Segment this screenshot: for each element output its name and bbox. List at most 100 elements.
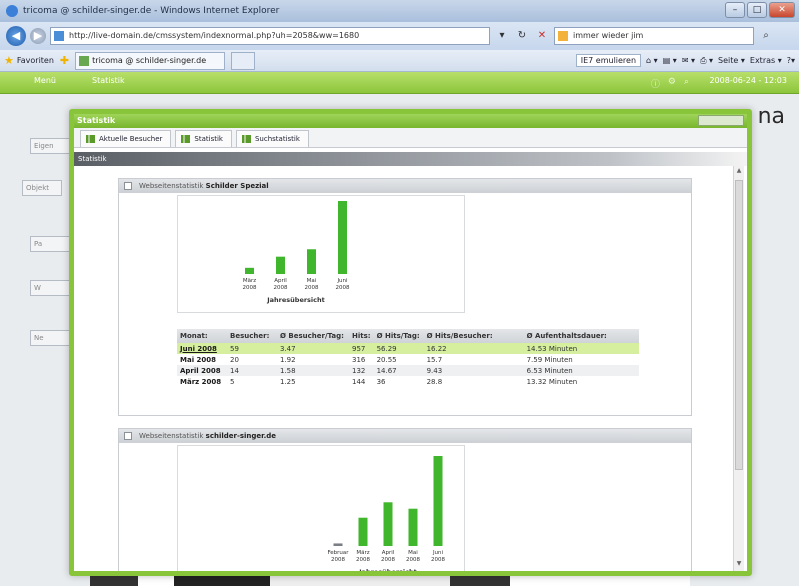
x-tick-label: 2008 (305, 285, 319, 291)
emulate-ie7-button[interactable]: IE7 emulieren (575, 54, 642, 67)
chart-bar (433, 456, 443, 546)
cell-month[interactable]: März 2008 (177, 376, 227, 387)
cell: 1.25 (280, 377, 296, 386)
cell: 144 (352, 377, 366, 386)
maximize-button[interactable]: □ (747, 2, 767, 18)
table-row[interactable]: Mai 2008 20 1.92 316 20.55 15.7 7.59 Min… (177, 354, 639, 365)
help-icon[interactable]: ?▾ (787, 56, 795, 65)
table-row[interactable]: Juni 2008 59 3.47 957 56.29 16.22 14.53 … (177, 343, 639, 354)
info-icon[interactable]: ⓘ (651, 77, 660, 90)
cms-statistik-button[interactable]: Statistik (92, 76, 125, 85)
favorites-button[interactable]: ★ Favoriten (4, 54, 54, 67)
scroll-up-arrow[interactable]: ▲ (735, 167, 743, 177)
tab-suchstatistik[interactable]: Suchstatistik (235, 130, 309, 147)
col-header: Hits: (349, 329, 374, 343)
panel-prefix: Webseitenstatistik (139, 182, 204, 190)
search-icon[interactable]: ⌕ (758, 28, 774, 44)
collapse-toggle[interactable] (124, 432, 132, 440)
col-header: Besucher: (227, 329, 277, 343)
cell: 13.32 Minuten (526, 377, 578, 386)
cell: 20.55 (376, 355, 397, 364)
cell: 15.7 (426, 355, 443, 364)
cell: 14.67 (373, 365, 424, 376)
col-header: Monat: (177, 329, 227, 343)
chart-bar (358, 517, 368, 546)
cell: 3.47 (277, 343, 349, 354)
browser-tab[interactable]: tricoma @ schilder-singer.de (75, 51, 226, 70)
address-input[interactable]: http://live-domain.de/cmssystem/indexnor… (50, 27, 490, 45)
close-button[interactable]: ✕ (769, 2, 795, 18)
settings-icon[interactable]: ⚙ (668, 77, 676, 90)
x-tick-label: 2008 (356, 557, 370, 563)
favorites-bar: ★ Favoriten ✚ tricoma @ schilder-singer.… (0, 50, 799, 72)
ie-icon (6, 5, 18, 17)
chart-bar (408, 508, 418, 546)
cell: 14.53 Minuten (523, 343, 639, 354)
cell-month[interactable]: Mai 2008 (177, 354, 227, 365)
scroll-thumb[interactable] (735, 180, 743, 470)
window-titlebar: tricoma @ schilder-singer.de - Windows I… (0, 0, 799, 22)
statistik-modal: Statistik Aktuelle Besucher Statistik Su… (69, 109, 752, 576)
search-value: immer wieder jim (573, 31, 644, 40)
home-icon[interactable]: ⌂ ▾ (646, 56, 658, 65)
modal-window-controls[interactable] (698, 115, 744, 126)
table-row[interactable]: April 2008 14 1.58 132 14.67 9.43 6.53 M… (177, 365, 639, 376)
new-tab-button[interactable] (231, 51, 256, 70)
cell-month[interactable]: April 2008 (177, 365, 227, 376)
scroll-down-arrow[interactable]: ▼ (735, 560, 743, 570)
chart-1: März2008April2008Mai2008Juni2008Jahresüb… (243, 201, 350, 304)
refresh-icon[interactable]: ↻ (514, 28, 530, 44)
search-input[interactable]: immer wieder jim (554, 27, 754, 45)
search-cms-icon[interactable]: ⌕ (684, 77, 689, 90)
tools-menu[interactable]: Extras ▾ (750, 56, 782, 65)
cell: 20 (230, 355, 239, 364)
cell: 1.58 (277, 365, 349, 376)
table-header-row: Monat: Besucher: Ø Besucher/Tag: Hits: Ø… (177, 329, 639, 343)
print-icon[interactable]: ⎙ ▾ (700, 56, 713, 66)
add-favorite-button[interactable]: ✚ (60, 54, 69, 67)
modal-titlebar[interactable]: Statistik (74, 114, 747, 128)
add-star-icon: ✚ (59, 54, 70, 67)
modal-tabs: Aktuelle Besucher Statistik Suchstatisti… (74, 128, 747, 148)
col-header: Ø Aufenthaltsdauer: (523, 329, 639, 343)
x-tick-label: Mai (307, 278, 317, 284)
chart-1-box: März 2008 April 2008 Mai 2008 Juni 2008 Jahresüb… (177, 195, 465, 313)
x-tick-label: 2008 (431, 557, 445, 563)
mail-icon[interactable]: ✉ ▾ (682, 56, 695, 65)
table-row[interactable]: März 2008 5 1.25 144 36 28.8 13.32 Minut… (177, 376, 639, 387)
cms-menu-button[interactable]: Menü (34, 76, 56, 85)
chart-bar (276, 256, 285, 274)
cell: 16.22 (423, 343, 524, 354)
x-tick-label: April (382, 550, 395, 556)
dropdown-icon[interactable]: ▾ (494, 28, 510, 44)
tricoma-logo: na (757, 104, 785, 129)
minimize-button[interactable]: – (725, 2, 745, 18)
x-tick-label: März (243, 278, 256, 284)
tab-aktuelle-besucher[interactable]: Aktuelle Besucher (80, 130, 172, 147)
chart-bar (383, 502, 393, 546)
cell: 7.59 Minuten (526, 355, 573, 364)
chart-bar (307, 249, 316, 274)
feeds-icon[interactable]: ▤ ▾ (663, 56, 677, 65)
collapse-toggle[interactable] (124, 182, 132, 190)
cell: 6.53 Minuten (523, 365, 639, 376)
x-tick-label: März (356, 550, 369, 556)
cms-toolbar: Menü Statistik ⓘ ⚙ ⌕ 2008-06-24 - 12:03 (0, 72, 799, 94)
chart-caption: Jahresübersicht (266, 296, 325, 304)
stop-icon[interactable]: ✕ (534, 28, 550, 44)
cell: 36 (376, 377, 386, 386)
chart-icon (181, 135, 191, 143)
x-tick-label: 2008 (406, 557, 420, 563)
tab-statistik[interactable]: Statistik (175, 130, 232, 147)
back-button[interactable]: ◀ (6, 26, 26, 46)
modal-scrollbar[interactable]: ▲ ▼ (733, 166, 744, 571)
stats-panel-2: Webseitenstatistik schilder-singer.de Fe… (118, 428, 692, 571)
forward-button[interactable]: ▶ (30, 28, 46, 44)
tab-favicon (79, 55, 90, 66)
chart-icon (241, 135, 251, 143)
page-menu[interactable]: Seite ▾ (718, 56, 745, 65)
x-tick-label: Juni (336, 278, 348, 284)
x-tick-label: 2008 (331, 557, 345, 563)
panel-prefix: Webseitenstatistik (139, 432, 204, 440)
cell-month[interactable]: Juni 2008 (177, 343, 227, 354)
